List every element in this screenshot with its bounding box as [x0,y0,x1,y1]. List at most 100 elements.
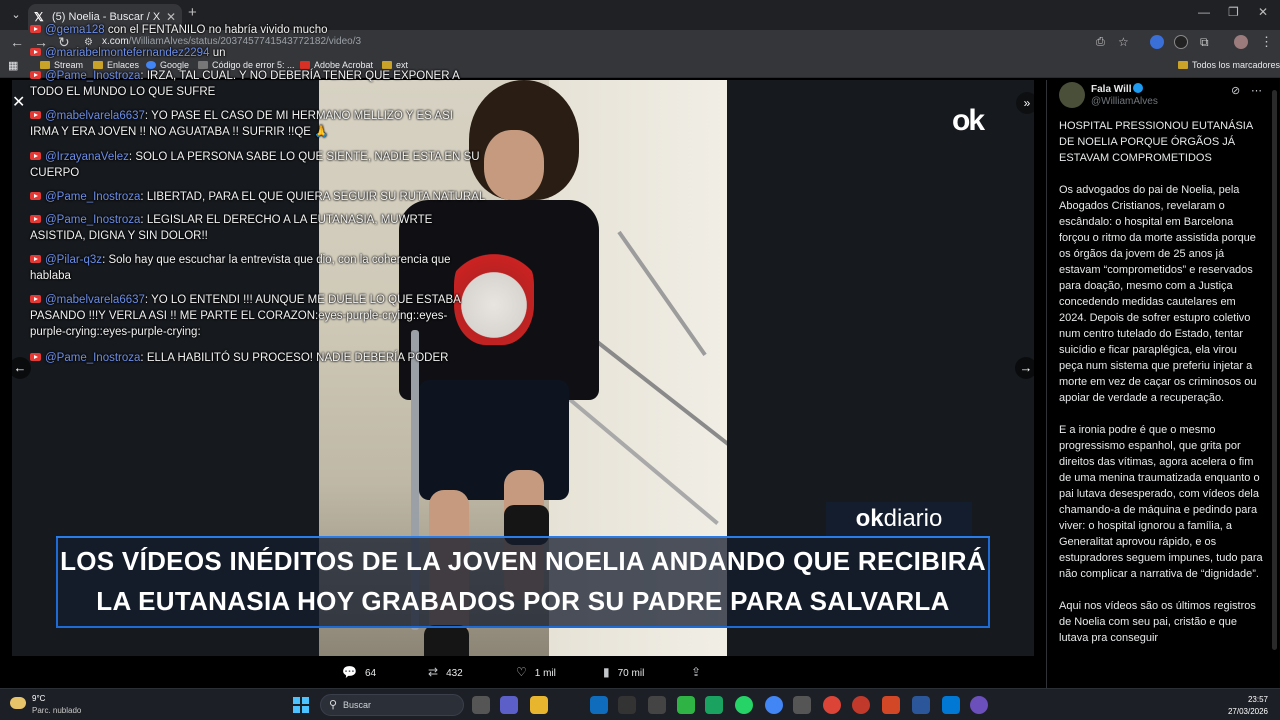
start-button[interactable] [293,697,309,713]
post-paragraph: HOSPITAL PRESSIONOU EUTANÁSIA DE NOELIA … [1059,120,1253,164]
verified-badge-icon [1133,83,1144,93]
expand-panel-icon[interactable]: » [1016,92,1038,114]
app-icon[interactable] [618,696,636,714]
close-viewer-icon[interactable]: ✕ [12,92,25,112]
menu-kebab-icon[interactable]: ⋮ [1260,34,1273,50]
folder-icon [1178,61,1188,69]
youtube-icon [30,48,41,56]
weather-icon [10,697,26,709]
tab-list-button[interactable]: ⌄ [6,5,26,25]
chat-message: @mariabelmontefernandez2294 un [30,45,225,61]
outlook-icon[interactable] [590,696,608,714]
app-icon[interactable] [942,696,960,714]
chrome-icon[interactable] [823,696,841,714]
apps-grid-icon[interactable]: ▦ [8,59,18,72]
powerpoint-icon[interactable] [882,696,900,714]
new-tab-button[interactable]: + [188,4,197,21]
chat-message: @mabelvarela6637: YO PASE EL CASO DE MI … [30,110,453,138]
heart-icon: ♡ [516,665,527,679]
extension-off-icon[interactable] [1174,35,1188,49]
youtube-icon [30,255,41,263]
all-bookmarks[interactable]: Todos los marcadores [1178,60,1280,70]
headline-line-1: LOS VÍDEOS INÉDITOS DE LA JOVEN NOELIA A… [60,546,986,576]
file-explorer-icon[interactable] [530,696,548,714]
back-icon[interactable]: ← [10,34,24,50]
screen: ⌄ 𝕏 (5) Noelia - Buscar / X ✕ + — ❐ ✕ ← … [0,0,1280,720]
shoe [424,625,469,656]
share-icon: ⇪ [691,665,702,679]
person-face [484,130,544,200]
chat-message: @Pame_Inostroza: LIBERTAD, PARA EL QUE Q… [30,189,485,205]
extensions-puzzle-icon[interactable]: ⧉ [1200,35,1209,50]
headline-line-2: LA EUTANASIA HOY GRABADOS POR SU PADRE P… [96,586,950,616]
youtube-icon [30,152,41,160]
teams-icon[interactable] [500,696,518,714]
weather-description: Parc. nublado [32,706,82,715]
task-view-icon[interactable] [472,696,490,714]
youtube-icon [30,353,41,361]
repost-button[interactable]: ⇄ 432 [428,665,463,679]
chat-message: @Pame_Inostroza: LEGISLAR EL DERECHO A L… [30,214,433,242]
windows-taskbar: 9°C Parc. nublado ⚲ Buscar 23:57 27/03/2… [0,688,1280,720]
bookmark-star-icon[interactable]: ☆ [1118,35,1129,49]
share-button[interactable]: ⇪ [691,665,709,679]
author-name[interactable]: Fala Will [1091,83,1144,95]
person-shorts [419,380,569,500]
youtube-icon [30,25,41,33]
edge-icon[interactable] [705,696,723,714]
post-paragraph: E a ironia podre é que o mesmo progressi… [1059,424,1263,580]
post-paragraph: Aqui nos vídeos são os últimos registros… [1059,600,1256,644]
chat-message: @Pame_Inostroza: IRZA, TAL CUAL. Y NO DE… [30,70,460,98]
author-avatar[interactable] [1059,82,1085,108]
chrome-icon[interactable] [765,696,783,714]
grok-icon[interactable]: ⊘ [1231,84,1240,97]
post-text: HOSPITAL PRESSIONOU EUTANÁSIA DE NOELIA … [1059,118,1263,662]
app-icon[interactable] [852,696,870,714]
chat-message: @Pame_Inostroza: ELLA HABILITÓ SU PROCES… [30,350,448,366]
close-window-button[interactable]: ✕ [1258,5,1268,19]
system-clock[interactable]: 23:57 27/03/2026 [1228,694,1268,718]
minimize-button[interactable]: — [1198,5,1210,19]
chat-message: @IrzayanaVelez: SOLO LA PERSONA SABE LO … [30,151,480,179]
whatsapp-icon[interactable] [735,696,753,714]
reply-button[interactable]: 💬 64 [342,665,376,679]
youtube-icon [30,192,41,200]
next-arrow-icon[interactable]: → [1015,357,1037,379]
views-button[interactable]: ▮ 70 mil [603,665,644,679]
previous-arrow-icon[interactable]: ← [9,357,31,379]
post-panel: Fala Will @WilliamAlves ⊘ ⋯ HOSPITAL PRE… [1046,80,1280,688]
profile-avatar[interactable] [1234,35,1248,49]
reply-icon: 💬 [342,665,357,679]
chat-message: @gema128 con el FENTANILO no habría vivi… [30,22,328,38]
chat-message: @mabelvarela6637: YO LO ENTENDI !!! AUNQ… [30,294,461,338]
app-icon[interactable] [793,696,811,714]
clock-date: 27/03/2026 [1227,707,1268,716]
app-icon[interactable] [677,696,695,714]
search-icon: ⚲ [329,699,338,711]
author-handle[interactable]: @WilliamAlves [1091,96,1158,107]
clock-time: 23:57 [1247,695,1268,704]
youtube-icon [30,215,41,223]
shirt-print [454,245,534,345]
scrollbar[interactable] [1272,90,1277,650]
maximize-button[interactable]: ❐ [1228,5,1239,19]
post-paragraph: Os advogados do pai de Noelia, pela Abog… [1059,184,1257,404]
like-button[interactable]: ♡ 1 mil [516,665,556,679]
repost-icon: ⇄ [428,665,439,679]
youtube-icon [30,295,41,303]
banner-accent-line [56,536,990,538]
weather-temp: 9°C [32,694,46,703]
word-icon[interactable] [912,696,930,714]
install-app-icon[interactable]: ⎙ [1096,36,1105,49]
chat-message: @Pilar-q3z: Solo hay que escuchar la ent… [30,254,451,282]
analytics-icon: ▮ [603,665,610,679]
post-actions-bar: 💬 64 ⇄ 432 ♡ 1 mil ▮ 70 mil ⇪ [0,656,1046,688]
more-options-icon[interactable]: ⋯ [1251,84,1262,97]
taskbar-search[interactable]: ⚲ Buscar [320,694,464,716]
okdiario-logo: okdiario [826,502,972,536]
app-icon[interactable] [648,696,666,714]
youtube-icon [30,111,41,119]
extension-icon[interactable] [1150,35,1164,49]
ok-watermark: ok [952,104,985,137]
media-player-icon[interactable] [970,696,988,714]
